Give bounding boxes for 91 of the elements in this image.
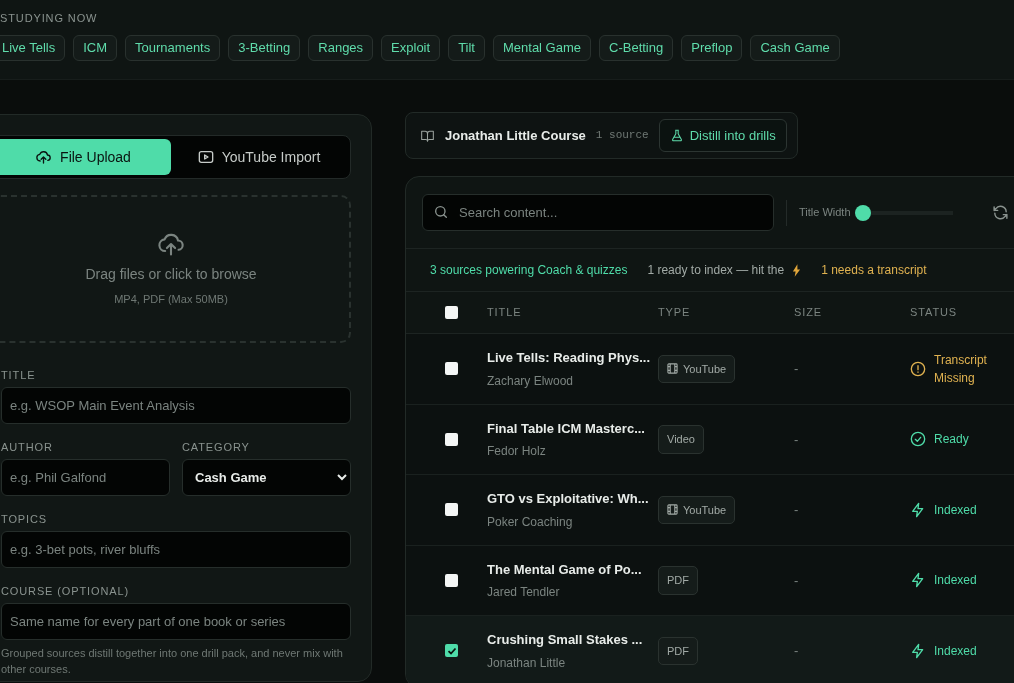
bolt-icon: [910, 571, 926, 590]
field-label: TITLE: [1, 369, 37, 382]
topic-chip[interactable]: C-Betting: [599, 34, 674, 61]
bolt-icon: [792, 263, 802, 277]
input-field[interactable]: Same name for every part of one book or series: [1, 603, 351, 640]
help-text: Grouped sources distill together into one drill pack, and never mix with other courses.: [1, 646, 344, 677]
status-text: Indexed: [934, 572, 977, 590]
category-select[interactable]: Cash Game: [182, 459, 351, 496]
topic-chip[interactable]: Exploit: [381, 34, 441, 61]
row-author: Jonathan Little: [487, 654, 567, 672]
row-title: Final Table ICM Masterc...: [487, 419, 646, 438]
type-tag: Video: [658, 425, 704, 454]
row-title: GTO vs Exploitative: Wh...: [487, 490, 650, 508]
column-header: SIZE: [794, 305, 823, 321]
film-icon: [667, 504, 678, 516]
size-cell-text: -: [794, 360, 800, 378]
checkbox[interactable]: [445, 573, 458, 587]
type-tag: PDF: [658, 636, 698, 665]
size-cell-text: -: [794, 642, 800, 660]
field-label: TOPICS: [1, 513, 49, 526]
status-text: Transcript Missing: [934, 351, 988, 387]
topic-chip[interactable]: Live Tells: [0, 34, 66, 61]
row-title: Live Tells: Reading Phys...: [487, 349, 652, 367]
film-icon: [667, 363, 678, 375]
upload-cloud-icon: [35, 149, 53, 165]
column-header: TYPE: [658, 305, 692, 321]
type-tag: PDF: [658, 566, 698, 595]
topic-chip[interactable]: Ranges: [308, 34, 374, 61]
type-tag: YouTube: [658, 495, 736, 524]
course-name: Jonathan Little Course: [445, 126, 586, 145]
size-cell-text: -: [794, 571, 800, 590]
table-row[interactable]: Final Table ICM Masterc... Fedor Holz Video - Ready: [406, 404, 1014, 475]
input-field[interactable]: e.g. WSOP Main Event Analysis: [1, 387, 351, 424]
field-label: CATEGORY: [182, 441, 251, 454]
table-row[interactable]: Live Tells: Reading Phys... Zachary Elwood YouTube - Transcript Missing: [406, 334, 1014, 405]
row-title: Crushing Small Stakes ...: [487, 631, 644, 649]
refresh-icon[interactable]: [991, 204, 1009, 221]
checkbox[interactable]: [445, 644, 458, 658]
status-text: Indexed: [934, 642, 977, 660]
ready-summary: 1 ready to index — hit the: [647, 262, 785, 279]
book-icon: [420, 128, 435, 143]
table-row[interactable]: The Mental Game of Po... Jared Tendler PDF - Indexed: [406, 545, 1014, 616]
column-header: STATUS: [910, 305, 959, 321]
checkbox[interactable]: [445, 306, 458, 319]
topic-chip[interactable]: 3-Betting: [228, 34, 301, 61]
play-icon: [197, 150, 214, 164]
input-field[interactable]: e.g. 3-bet pots, river bluffs: [1, 531, 351, 568]
checkbox[interactable]: [445, 503, 458, 517]
dropzone-text: Drag files or click to browse: [85, 265, 257, 285]
warning-icon: [910, 360, 926, 377]
dropzone-hint: MP4, PDF (Max 50MB): [114, 292, 228, 308]
distill-button[interactable]: Distill into drills: [658, 119, 787, 152]
search-field[interactable]: Search content...: [422, 194, 774, 231]
size-cell-text: -: [794, 501, 800, 519]
bolt-icon: [910, 641, 926, 660]
size-cell-text: -: [794, 430, 800, 449]
topic-chip[interactable]: Preflop: [681, 34, 743, 61]
topic-chip[interactable]: Mental Game: [493, 34, 592, 61]
table-row[interactable]: Crushing Small Stakes ... Jonathan Little PDF - Indexed: [406, 616, 1014, 683]
search-icon: [433, 204, 449, 220]
section-label: STUDYING NOW: [0, 11, 99, 26]
sources-summary: 3 sources powering Coach & quizzes: [430, 262, 628, 279]
row-author: Jared Tendler: [487, 584, 561, 601]
row-author: Zachary Elwood: [487, 372, 575, 390]
topic-chip[interactable]: Tournaments: [125, 34, 221, 61]
check-circle-icon: [910, 431, 926, 448]
flask-icon: [669, 128, 684, 143]
source-tab[interactable]: File Upload: [0, 139, 171, 175]
topic-chip[interactable]: Cash Game: [750, 34, 840, 61]
source-count: 1 source: [595, 128, 649, 144]
input-field[interactable]: e.g. Phil Galfond: [1, 459, 170, 496]
field-label: COURSE (OPTIONAL): [1, 585, 131, 598]
row-title: The Mental Game of Po...: [487, 560, 643, 579]
checkbox[interactable]: [445, 362, 458, 376]
dropzone[interactable]: Drag files or click to browse MP4, PDF (Max 50MB): [0, 195, 351, 343]
slider-thumb[interactable]: [854, 204, 871, 221]
slider-label: Title Width: [799, 205, 851, 221]
row-author: Poker Coaching: [487, 513, 574, 531]
row-author: Fedor Holz: [487, 443, 547, 460]
topic-chip[interactable]: Tilt: [448, 34, 485, 61]
transcript-summary: 1 needs a transcript: [821, 262, 927, 279]
field-label: AUTHOR: [1, 441, 54, 454]
status-text: Ready: [934, 431, 969, 449]
column-header: TITLE: [487, 305, 523, 321]
table-row[interactable]: GTO vs Exploitative: Wh... Poker Coaching YouTube - Indexed: [406, 475, 1014, 546]
checkbox[interactable]: [445, 432, 458, 446]
bolt-icon: [910, 500, 926, 519]
status-text: Indexed: [934, 501, 977, 519]
type-tag: YouTube: [658, 354, 736, 383]
source-tab[interactable]: YouTube Import: [171, 139, 347, 175]
topic-chip[interactable]: ICM: [73, 34, 118, 61]
